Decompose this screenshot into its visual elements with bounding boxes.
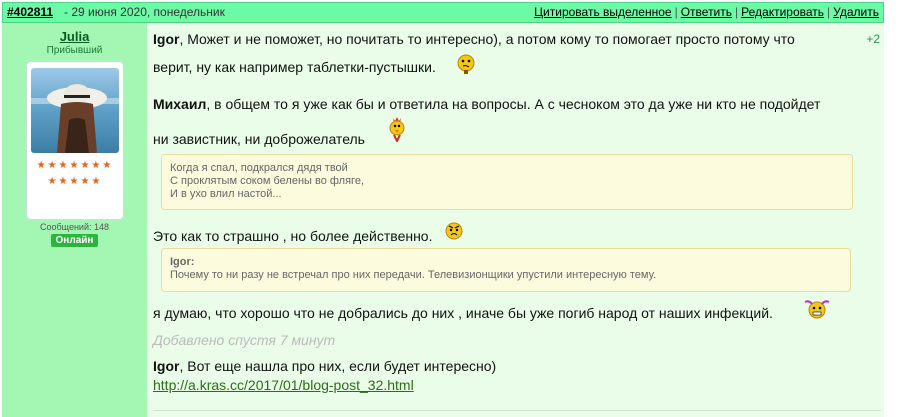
reputation-stars: ★★★★★★★ ★★★★★	[27, 158, 123, 190]
mention-name: Михаил	[153, 96, 207, 112]
reply-link[interactable]: Ответить	[681, 5, 732, 19]
quote-line: И в ухо влил настой...	[170, 188, 282, 200]
delete-link[interactable]: Удалить	[833, 5, 879, 19]
quote-block: Igor: Почему то ни разу не встречал про …	[161, 248, 851, 292]
paragraph: верит, ну как например таблетки-пустышки…	[153, 59, 436, 75]
mention-name: Igor	[153, 358, 180, 374]
external-link[interactable]: http://a.kras.cc/2017/01/blog-post_32.ht…	[153, 377, 414, 393]
sick-smiley-icon	[804, 300, 830, 319]
paragraph: Igor, Может и не поможет, но почитать то…	[153, 31, 795, 47]
stars-row: ★★★★★★★	[36, 160, 114, 171]
post-id-link[interactable]: #402811	[7, 3, 53, 22]
post-actions: Цитировать выделенное | Ответить | Редактиро…	[534, 5, 879, 19]
quote-author: Igor:	[170, 256, 195, 268]
user-info-panel: Julia Прибывший ★★★★★★★ ★★★★★ Сообщений:…	[2, 23, 147, 417]
quote-line: Почему то ни разу не встречал про них пе…	[170, 269, 657, 281]
user-role: Прибывший	[46, 45, 103, 56]
edit-note: Добавлено спустя 7 минут	[153, 332, 336, 348]
mention-name: Igor	[153, 31, 180, 47]
quote-block: Когда я спал, подкрался дядя твой С прок…	[161, 154, 853, 210]
worried-smiley-icon	[445, 222, 463, 240]
paragraph: я думаю, что хорошо что не добрались до …	[153, 305, 773, 321]
post-body: +2 Igor, Может и не поможет, но почитать…	[147, 23, 884, 417]
quote-line: С проклятым соком белены во фляге,	[170, 175, 365, 187]
message-count: Сообщений: 148	[39, 222, 110, 232]
forum-post: #402811 - 29 июня 2020, понедельник Цити…	[2, 0, 888, 417]
paragraph: ни завистник, ни доброжелатель	[153, 131, 365, 147]
edit-link[interactable]: Редактировать	[741, 5, 824, 19]
avatar[interactable]	[31, 68, 119, 153]
rooster-smiley-icon	[389, 117, 405, 142]
post-header: #402811 - 29 июня 2020, понедельник Цити…	[2, 2, 884, 23]
paragraph: Михаил, в общем то я уже как бы и ответи…	[153, 96, 821, 112]
paragraph: Igor, Вот еще нашла про них, если будет …	[153, 358, 497, 374]
online-badge: Онлайн	[51, 234, 98, 247]
quote-line: Когда я спал, подкрался дядя твой	[170, 162, 348, 174]
signature-divider	[153, 410, 881, 411]
stars-row: ★★★★★	[47, 176, 103, 187]
user-card: ★★★★★★★ ★★★★★	[26, 61, 124, 220]
post-rating[interactable]: +2	[866, 32, 880, 46]
username-link[interactable]: Julia	[2, 29, 147, 44]
quote-selection-link[interactable]: Цитировать выделенное	[534, 5, 671, 19]
post-date: - 29 июня 2020, понедельник	[64, 5, 225, 19]
paragraph: Это как то страшно , но более действенно…	[153, 228, 433, 244]
thinking-smiley-icon	[457, 54, 475, 74]
